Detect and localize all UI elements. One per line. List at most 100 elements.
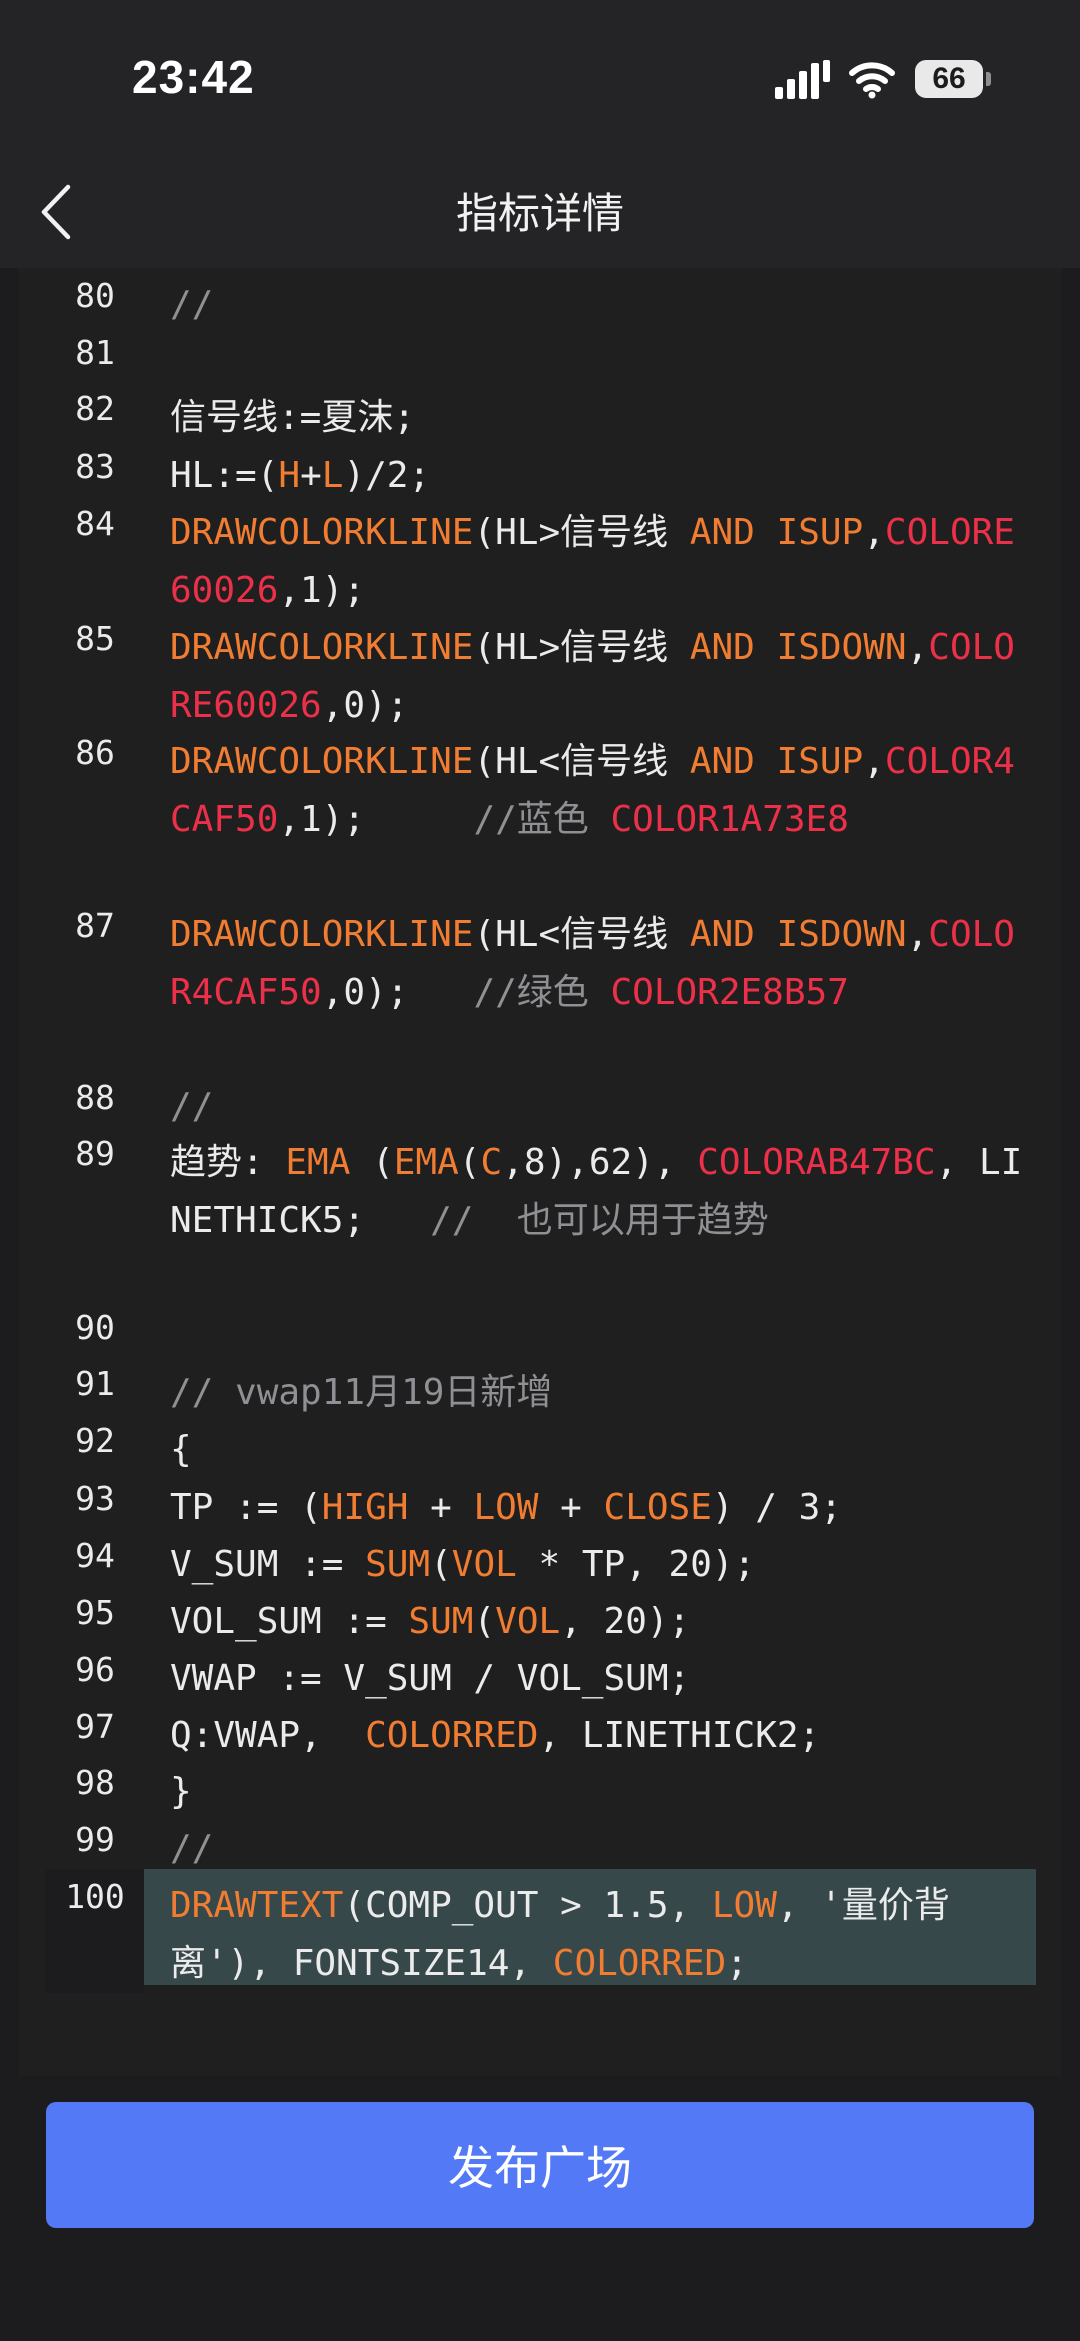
battery-icon: 66 (915, 60, 983, 98)
code-token-text: ) / 3; (711, 1487, 842, 1528)
code-token-text: } (170, 1771, 192, 1812)
code-token-keyword: CLOSE (603, 1487, 712, 1528)
code-text: DRAWCOLORKLINE(HL<信号线 AND ISUP,COLOR4CAF… (170, 725, 1026, 848)
code-token-text: , LINETHICK2; (538, 1715, 821, 1756)
code-token-keyword: HIGH (321, 1487, 409, 1528)
code-text: DRAWCOLORKLINE(HL>信号线 AND ISUP,COLORE600… (170, 496, 1026, 619)
line-number: 84 (75, 504, 115, 543)
publish-to-square-button[interactable]: 发布广场 (46, 2102, 1034, 2228)
code-text: TP := (HIGH + LOW + CLOSE) / 3; (170, 1471, 1026, 1537)
code-token-comment: // (170, 284, 214, 325)
code-token-keyword: LOW (473, 1487, 539, 1528)
code-line-81: 81 (46, 325, 1036, 381)
code-text: DRAWCOLORKLINE(HL<信号线 AND ISDOWN,COLOR4C… (170, 898, 1026, 1021)
code-line-89: 89 趋势: EMA (EMA(C,8),62), COLORAB47BC, LI… (46, 1126, 1036, 1300)
line-number: 96 (75, 1650, 115, 1689)
code-token-keyword: SUM (365, 1544, 431, 1585)
code-token-text: + (408, 1487, 474, 1528)
code-token-text: (HL>信号线 (473, 512, 690, 553)
code-token-comment: //绿色 (473, 971, 611, 1013)
code-line-95: 95 VOL_SUM := SUM(VOL, 20); (46, 1585, 1036, 1642)
code-token-keyword: AND (689, 627, 755, 668)
code-line-83: 83 HL:=(H+L)/2; (46, 439, 1036, 496)
code-token-text: (HL<信号线 (473, 741, 690, 782)
line-number: 88 (75, 1078, 115, 1117)
code-token-keyword: VOL (451, 1544, 517, 1585)
code-token-text: { (170, 1429, 192, 1470)
code-token-text: ( (350, 1142, 394, 1183)
wifi-icon (849, 62, 895, 99)
code-token-keyword: ISUP (776, 512, 864, 553)
code-token-comment: // (170, 1828, 214, 1869)
line-number: 80 (75, 276, 115, 315)
line-number: 97 (75, 1707, 115, 1746)
status-time: 23:42 (132, 51, 255, 103)
code-line-85: 85 DRAWCOLORKLINE(HL>信号线 AND ISDOWN,COLOR… (46, 611, 1036, 726)
code-token-color-constant: COLORAB47BC (697, 1142, 936, 1183)
code-line-99: 99 // (46, 1812, 1036, 1869)
code-token-keyword: L (321, 455, 344, 496)
code-line-94: 94 V_SUM := SUM(VOL * TP, 20); (46, 1528, 1036, 1585)
code-line-97: 97 Q:VWAP, COLORRED, LINETHICK2; (46, 1699, 1036, 1756)
code-text: // vwap11月19日新增 (170, 1356, 1026, 1422)
line-number: 95 (75, 1593, 115, 1632)
code-line-86: 86 DRAWCOLORKLINE(HL<信号线 AND ISUP,COLOR4C… (46, 725, 1036, 898)
code-token-text: ( (430, 1544, 452, 1585)
line-number: 85 (75, 619, 115, 658)
code-token-keyword: SUM (408, 1601, 474, 1642)
code-text: 信号线:=夏沫; (170, 381, 1026, 447)
code-text: } (170, 1755, 1026, 1821)
code-line-100: 100 DRAWTEXT(COMP_OUT > 1.5, LOW, '量价背离')… (46, 1869, 1036, 1993)
code-line-98: 98} (46, 1755, 1036, 1812)
code-token-keyword: EMA (393, 1142, 459, 1183)
code-token-color-constant: COLOR1A73E8 (610, 798, 849, 840)
line-number: 92 (75, 1421, 115, 1460)
code-token-text: ,0); (321, 971, 474, 1013)
line-number: 81 (75, 333, 115, 372)
code-token-text: ( (458, 1142, 481, 1183)
code-line-93: 93 TP := (HIGH + LOW + CLOSE) / 3; (46, 1471, 1036, 1528)
code-text: // (170, 268, 1026, 334)
code-line-90: 90 (46, 1300, 1036, 1356)
code-line-84: 84 DRAWCOLORKLINE(HL>信号线 AND ISUP,COLORE6… (46, 496, 1036, 611)
code-text: // (170, 1812, 1026, 1878)
code-token-keyword: AND (689, 914, 755, 955)
line-number: 87 (75, 906, 115, 945)
code-viewer[interactable]: 80 // 81 82 信号线:=夏沫; 83 HL:=(H+L)/2; 84 DRAWCOLO… (18, 268, 1062, 2076)
code-token-text: ; (726, 1942, 748, 1984)
code-line-82: 82 信号线:=夏沫; (46, 381, 1036, 439)
code-token-text: ,8),62), (502, 1142, 698, 1183)
line-number: 99 (75, 1820, 115, 1859)
code-token-text: ( (473, 1601, 496, 1642)
code-token-keyword: DRAWTEXT (170, 1885, 344, 1926)
code-token-text: (COMP_OUT > 1.5, (343, 1885, 712, 1926)
code-token-comment: //蓝色 (473, 798, 611, 840)
code-token-text: , (863, 512, 885, 553)
page-title: 指标详情 (455, 189, 624, 238)
code-token-keyword: C (480, 1142, 503, 1183)
code-token-text: (HL<信号线 (473, 914, 690, 955)
code-text: DRAWCOLORKLINE(HL>信号线 AND ISDOWN,COLORE6… (170, 611, 1026, 734)
code-token-text: 趋势: (170, 1142, 286, 1183)
code-token-text: ,1); (278, 569, 366, 611)
line-number: 98 (75, 1763, 115, 1802)
code-text: VWAP := V_SUM / VOL_SUM; (170, 1642, 1026, 1708)
code-token-comment: // (170, 1086, 214, 1127)
code-token-keyword: LOW (711, 1885, 777, 1926)
code-text: V_SUM := SUM(VOL * TP, 20); (170, 1528, 1026, 1594)
code-token-text: , 20); (560, 1601, 691, 1642)
code-token-text: + (300, 455, 322, 496)
code-token-text: , (906, 627, 929, 668)
code-text: { (170, 1413, 1026, 1479)
code-token-keyword: EMA (285, 1142, 351, 1183)
code-token-text: ,1); (278, 798, 474, 840)
code-text: VOL_SUM := SUM(VOL, 20); (170, 1585, 1026, 1651)
code-token-text: 信号线:=夏沫; (170, 397, 416, 438)
line-number: 82 (75, 389, 115, 428)
code-token-text: Q:VWAP, (170, 1715, 366, 1756)
code-token-keyword: DRAWCOLORKLINE (170, 512, 474, 553)
code-token-keyword: ISDOWN (776, 914, 907, 955)
